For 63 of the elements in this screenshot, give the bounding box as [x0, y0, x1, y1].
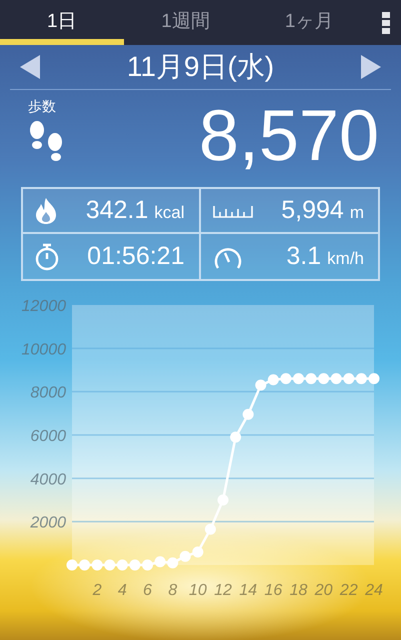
data-point	[242, 408, 254, 420]
data-point	[154, 556, 166, 568]
y-axis-label: 10000	[22, 341, 66, 358]
stopwatch-icon	[35, 242, 59, 270]
x-axis-label: 4	[118, 582, 127, 599]
data-point	[192, 546, 204, 558]
data-point	[66, 560, 78, 570]
data-point	[306, 373, 317, 384]
stat-unit: km/h	[327, 248, 364, 268]
y-axis-label: 12000	[22, 298, 66, 315]
x-axis-label: 18	[290, 582, 308, 599]
data-point	[167, 557, 178, 568]
data-point	[330, 373, 342, 384]
period-tab[interactable]: 1週間	[124, 0, 248, 45]
data-point	[230, 432, 242, 443]
data-point	[204, 524, 216, 535]
y-axis-label: 2000	[30, 514, 66, 532]
ruler-icon	[212, 204, 252, 218]
x-axis-label: 10	[188, 582, 207, 599]
y-axis-label: 6000	[30, 428, 66, 445]
x-axis-label: 8	[168, 582, 178, 599]
period-tab[interactable]: 1日	[0, 0, 124, 45]
data-point	[356, 373, 367, 384]
data-point	[255, 380, 266, 391]
stat-value: 342.1	[86, 196, 148, 224]
period-tab[interactable]: 1ヶ月	[247, 0, 372, 45]
step-count: 8,570	[198, 96, 379, 176]
data-point	[318, 373, 330, 384]
stat-value: 5,994	[281, 196, 344, 224]
data-point	[79, 560, 90, 570]
x-axis-label: 16	[264, 582, 282, 599]
data-point	[280, 373, 292, 384]
y-axis-label: 8000	[30, 384, 66, 402]
x-axis-label: 14	[239, 582, 258, 599]
data-point	[268, 374, 279, 386]
x-axis-label: 6	[143, 582, 152, 599]
x-axis-label: 20	[314, 582, 333, 599]
x-axis-label: 22	[340, 582, 358, 599]
data-point	[368, 373, 380, 384]
stat-unit: m	[350, 202, 364, 222]
x-axis-label: 2	[92, 582, 102, 599]
data-point	[343, 373, 354, 384]
y-axis-label: 4000	[30, 471, 66, 488]
data-point	[116, 560, 128, 570]
data-point	[293, 373, 304, 384]
data-point	[142, 560, 153, 570]
data-point	[129, 560, 140, 570]
x-axis-label: 12	[214, 582, 232, 599]
x-axis-label: 24	[365, 582, 383, 599]
footprints-icon	[29, 121, 65, 163]
stat-value: 01:56:21	[87, 242, 184, 270]
steps-label: 歩数	[28, 97, 56, 116]
data-point	[180, 550, 191, 562]
date-title: 11月9日(水)	[126, 50, 274, 84]
data-point	[218, 494, 228, 506]
left-triangle-icon	[20, 55, 40, 79]
right-triangle-icon	[360, 55, 381, 79]
data-point	[92, 560, 103, 570]
stat-value: 3.1	[286, 242, 322, 270]
flame-icon	[35, 198, 57, 224]
menu-icon	[381, 12, 391, 34]
stat-unit: kcal	[154, 202, 184, 222]
data-point	[104, 560, 116, 570]
